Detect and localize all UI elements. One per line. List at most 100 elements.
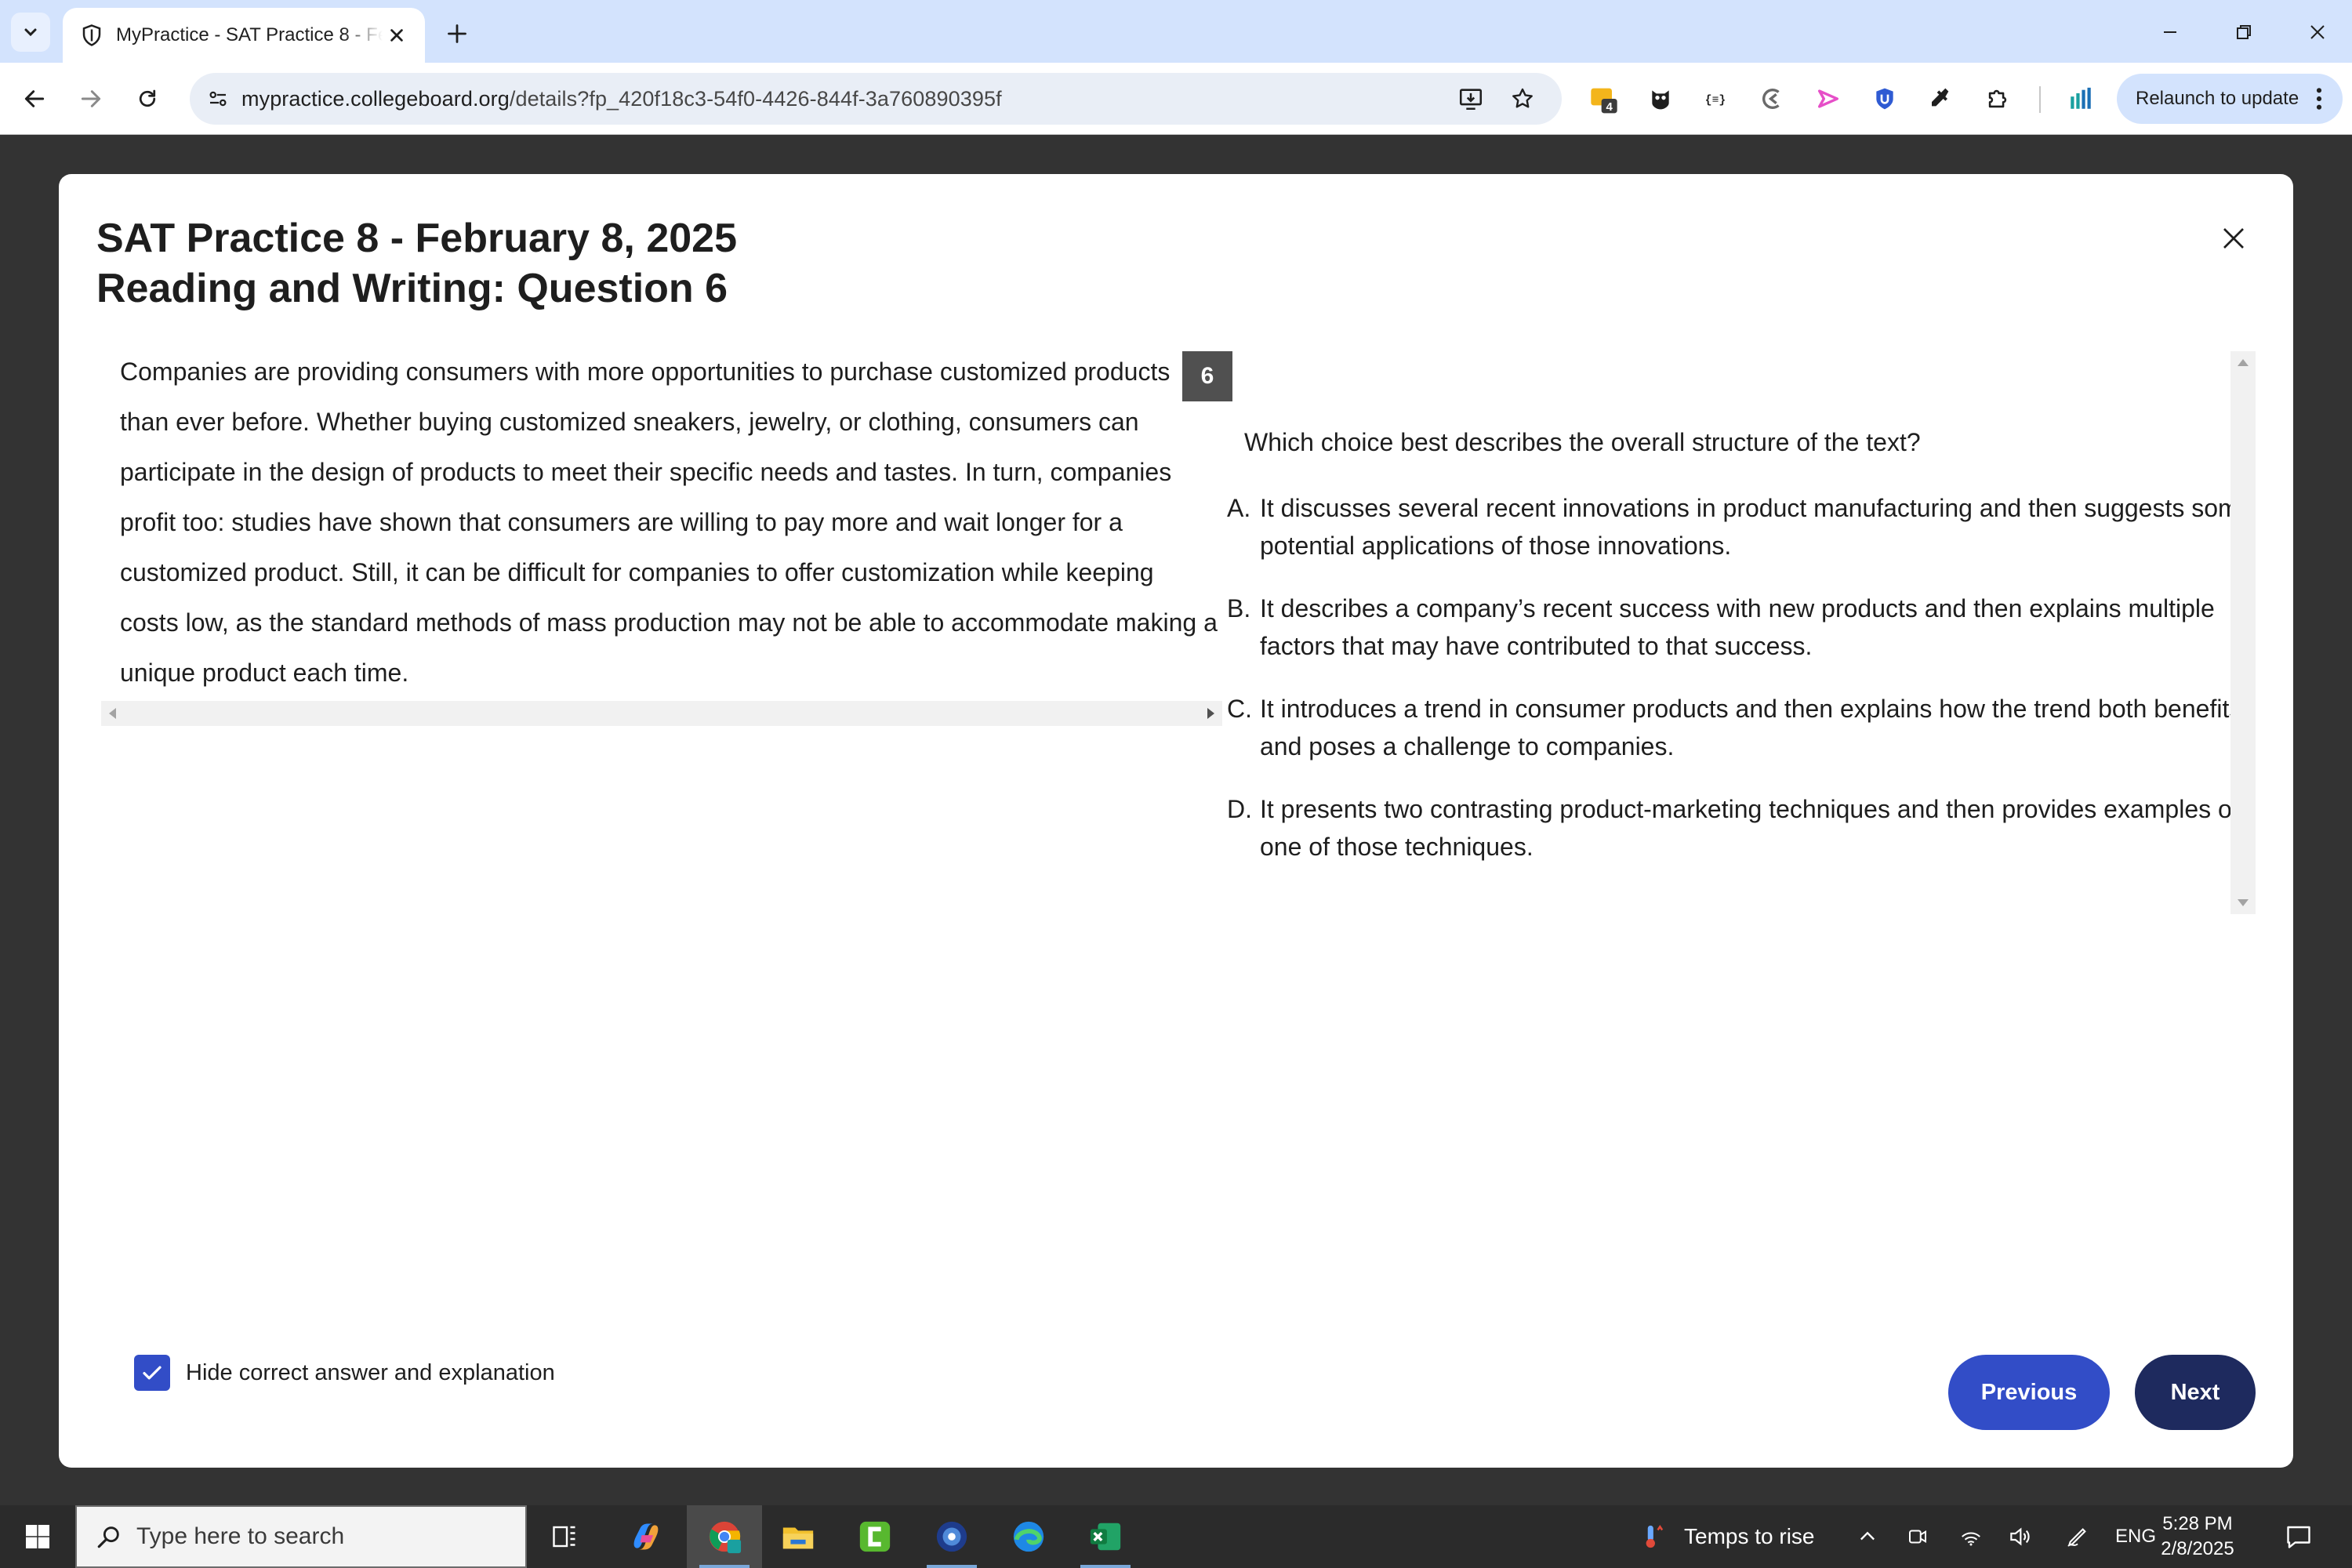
json-extension-icon[interactable]: {≡} (1697, 80, 1734, 118)
language-indicator[interactable]: ENG (2115, 1526, 2156, 1548)
more-vertical-icon[interactable] (2310, 83, 2328, 114)
question-vertical-scrollbar[interactable] (2230, 351, 2256, 914)
choice-letter: D. (1227, 795, 1252, 823)
bookmark-star-icon[interactable] (1504, 80, 1541, 118)
choice-text: It presents two contrasting product-mark… (1260, 795, 2239, 861)
choice-letter: A. (1227, 494, 1251, 522)
question-modal: SAT Practice 8 - February 8, 2025 Readin… (59, 174, 2293, 1468)
taskbar-edge[interactable] (991, 1505, 1066, 1568)
edge-icon (1013, 1521, 1044, 1552)
recorder-icon (936, 1521, 967, 1552)
answer-choice-c[interactable]: C. It introduces a trend in consumer pro… (1227, 690, 2262, 765)
clock[interactable]: 5:28 PM 2/8/2025 (2154, 1512, 2241, 1562)
forward-button[interactable] (71, 78, 111, 119)
next-button[interactable]: Next (2135, 1355, 2256, 1430)
close-window-button[interactable] (2294, 13, 2341, 52)
shield-icon (78, 22, 105, 49)
scroll-up-icon[interactable] (2238, 359, 2249, 366)
install-app-icon[interactable] (1452, 80, 1490, 118)
url-path: /details?fp_420f18c3-54f0-4426-844f-3a76… (509, 86, 1002, 111)
pen-icon[interactable] (2062, 1521, 2093, 1552)
close-modal-button[interactable] (2212, 216, 2256, 260)
folder-icon (782, 1527, 814, 1549)
taskbar-excel[interactable] (1068, 1505, 1143, 1568)
camtasia-icon (859, 1521, 891, 1552)
task-view-button[interactable] (527, 1505, 602, 1568)
notification-icon (2287, 1526, 2310, 1548)
minimize-button[interactable] (2147, 13, 2194, 52)
choice-text: It discusses several recent innovations … (1260, 494, 2253, 560)
clock-date: 2/8/2025 (2161, 1538, 2234, 1559)
shield-u-extension-icon[interactable] (1866, 80, 1904, 118)
taskbar-obs[interactable] (914, 1505, 989, 1568)
start-button[interactable] (16, 1518, 60, 1555)
back-arrow-icon (24, 90, 45, 107)
reload-icon (139, 89, 156, 107)
eyedropper-extension-icon[interactable] (1922, 80, 1960, 118)
question-number-badge: 6 (1182, 351, 1232, 401)
choice-letter: B. (1227, 594, 1251, 622)
taskbar-search-box[interactable]: Type here to search (75, 1505, 527, 1568)
scroll-left-icon[interactable] (109, 708, 116, 719)
restore-button[interactable] (2220, 13, 2267, 52)
reload-button[interactable] (127, 78, 168, 119)
copilot-icon (633, 1523, 659, 1550)
answer-choice-b[interactable]: B. It describes a company’s recent succe… (1227, 590, 2262, 665)
browser-tab-strip: MyPractice - SAT Practice 8 - February 8… (0, 0, 2352, 63)
url-text: mypractice.collegeboard.org/details?fp_4… (241, 87, 1002, 111)
extensions-puzzle-icon[interactable] (1979, 80, 2016, 118)
question-prompt: Which choice best describes the overall … (1244, 428, 1921, 456)
clock-time: 5:28 PM (2162, 1513, 2233, 1534)
address-bar[interactable]: mypractice.collegeboard.org/details?fp_4… (190, 73, 1562, 125)
network-icon[interactable] (1955, 1521, 1987, 1552)
taskbar-camtasia[interactable] (837, 1505, 913, 1568)
tab-search-button[interactable] (11, 13, 50, 52)
taskbar: Type here to search Temps to rise ENG 5:… (0, 1505, 2352, 1568)
choice-letter: C. (1227, 695, 1252, 723)
passage-text: Companies are providing consumers with m… (120, 358, 1218, 687)
active-app-indicator (1080, 1565, 1131, 1568)
grammar-extension-icon[interactable] (1753, 80, 1791, 118)
chevron-up-icon[interactable] (1852, 1521, 1883, 1552)
pink-arrow-extension-icon[interactable] (1809, 80, 1847, 118)
search-placeholder: Type here to search (136, 1523, 345, 1549)
hide-answer-checkbox[interactable] (134, 1355, 170, 1391)
site-info-icon[interactable] (194, 73, 241, 125)
tab-title: MyPractice - SAT Practice 8 - February 8… (116, 24, 383, 45)
scroll-down-icon[interactable] (2238, 899, 2249, 906)
close-icon (2310, 25, 2325, 39)
new-tab-button[interactable] (439, 16, 475, 52)
stats-extension-icon[interactable] (2062, 80, 2100, 118)
task-view-icon (553, 1526, 575, 1548)
relaunch-to-update-button[interactable]: Relaunch to update (2117, 74, 2343, 124)
extension-folder-icon[interactable]: 4 (1585, 80, 1623, 118)
weather-text[interactable]: Temps to rise (1684, 1524, 1815, 1549)
owl-extension-icon[interactable] (1642, 80, 1679, 118)
taskbar-copilot[interactable] (608, 1505, 684, 1568)
chrome-icon (709, 1521, 742, 1554)
notifications-button[interactable] (2281, 1519, 2316, 1554)
windows-logo-icon (26, 1525, 49, 1548)
browser-tab-active[interactable]: MyPractice - SAT Practice 8 - February 8… (63, 8, 425, 63)
back-button[interactable] (14, 78, 55, 119)
answer-choice-a[interactable]: A. It discusses several recent innovatio… (1227, 489, 2262, 564)
meet-now-icon[interactable] (1902, 1521, 1933, 1552)
volume-icon[interactable] (2004, 1521, 2035, 1552)
excel-icon (1090, 1523, 1121, 1551)
plus-icon (448, 24, 466, 43)
answer-choices: A. It discusses several recent innovatio… (1227, 489, 2262, 891)
choice-text: It introduces a trend in consumer produc… (1260, 695, 2242, 760)
search-icon (97, 1526, 119, 1548)
previous-button[interactable]: Previous (1948, 1355, 2110, 1430)
scroll-right-icon[interactable] (1207, 708, 1214, 719)
close-tab-icon[interactable] (383, 21, 411, 49)
forward-arrow-icon (81, 90, 101, 107)
taskbar-chrome[interactable] (687, 1505, 762, 1568)
taskbar-file-explorer[interactable] (760, 1505, 836, 1568)
passage-horizontal-scrollbar[interactable] (101, 701, 1222, 726)
thermometer-icon[interactable] (1635, 1521, 1667, 1552)
hide-answer-toggle[interactable]: Hide correct answer and explanation (134, 1355, 555, 1391)
answer-choice-d[interactable]: D. It presents two contrasting product-m… (1227, 790, 2262, 866)
checkmark-icon (143, 1366, 162, 1380)
relaunch-label: Relaunch to update (2136, 88, 2299, 109)
